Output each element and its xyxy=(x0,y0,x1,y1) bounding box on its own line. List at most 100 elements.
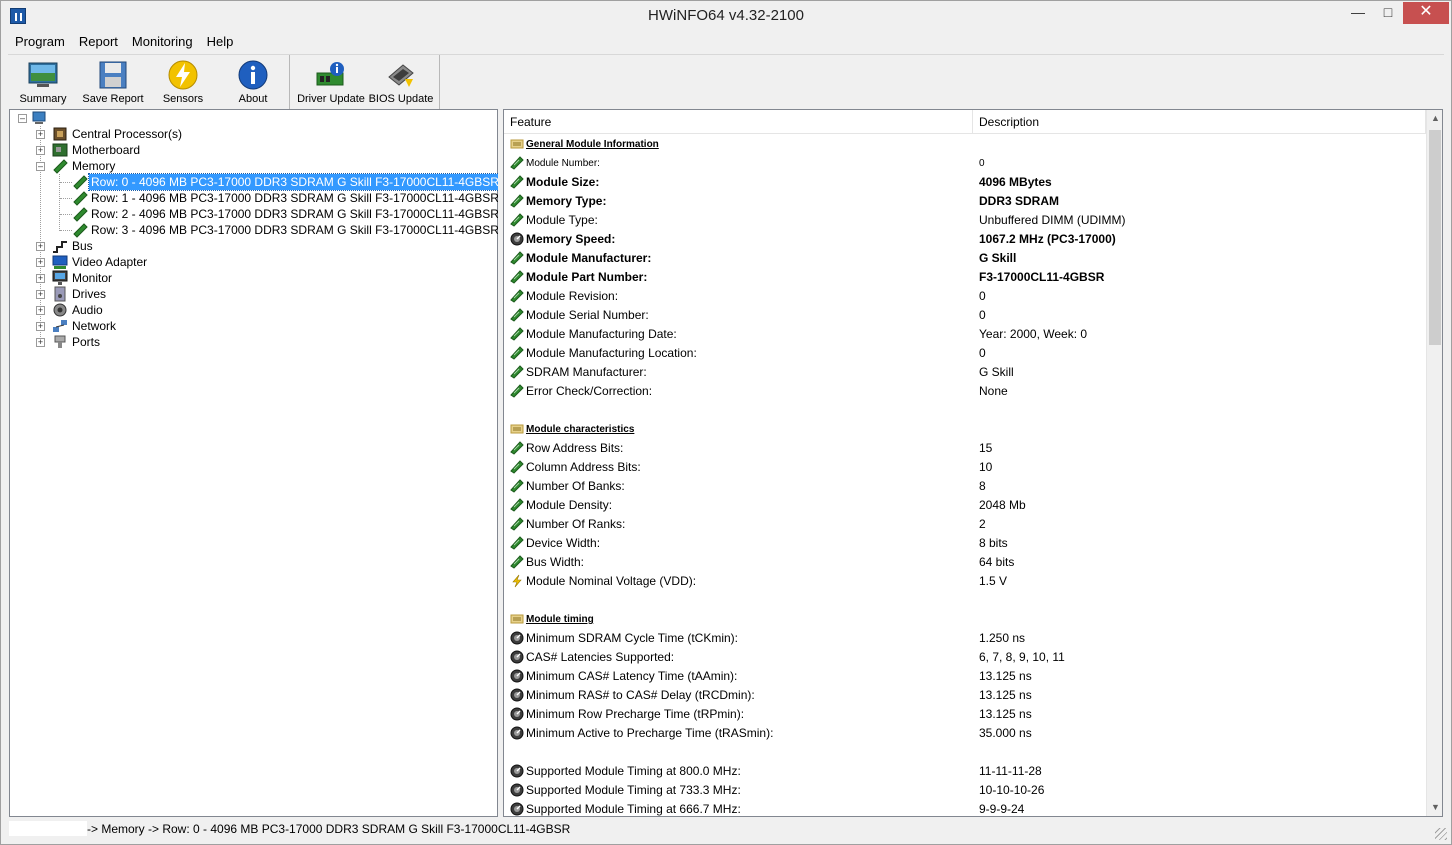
table-row[interactable]: Error Check/Correction: None xyxy=(504,382,1426,401)
ram-icon xyxy=(73,191,88,206)
feature-cell: Supported Module Timing at 800.0 MHz: xyxy=(526,764,741,778)
table-row[interactable]: Module Manufacturing Date: Year: 2000, We… xyxy=(504,325,1426,344)
table-row[interactable]: Supported Module Timing at 800.0 MHz: 11-… xyxy=(504,762,1426,781)
menu-monitoring[interactable]: Monitoring xyxy=(125,32,200,52)
feature-cell: Minimum Active to Precharge Time (tRASmi… xyxy=(526,726,774,740)
table-row[interactable]: Bus Width: 64 bits xyxy=(504,553,1426,572)
description-cell: 0 xyxy=(979,158,985,169)
tree-expander-drives[interactable]: + xyxy=(36,290,45,299)
table-row[interactable]: Minimum CAS# Latency Time (tAAmin): 13.12… xyxy=(504,667,1426,686)
column-header-description[interactable]: Description xyxy=(973,110,1426,134)
ram-icon xyxy=(510,536,524,550)
save-icon xyxy=(99,61,127,89)
ram-icon xyxy=(510,441,524,455)
table-row[interactable]: Minimum Row Precharge Time (tRPmin): 13.1… xyxy=(504,705,1426,724)
feature-cell: Minimum CAS# Latency Time (tAAmin): xyxy=(526,669,738,683)
table-row[interactable]: Device Width: 8 bits xyxy=(504,534,1426,553)
summary-icon xyxy=(28,62,58,87)
tree-item-cpu-label: Central Processor(s) xyxy=(72,127,183,141)
tree-expander-video-adapter[interactable]: + xyxy=(36,258,45,267)
table-row[interactable]: Module Density: 2048 Mb xyxy=(504,496,1426,515)
table-row xyxy=(504,591,1426,610)
table-row[interactable]: Minimum SDRAM Cycle Time (tCKmin): 1.250 … xyxy=(504,629,1426,648)
tree-item-audio-label: Audio xyxy=(72,303,103,317)
about-button[interactable]: About xyxy=(218,55,288,107)
list-section-header[interactable]: General Module Information xyxy=(504,135,1426,154)
resize-grip[interactable] xyxy=(1435,828,1447,840)
table-row[interactable]: SDRAM Manufacturer: G Skill xyxy=(504,363,1426,382)
save-report-button[interactable]: Save Report xyxy=(78,55,148,107)
table-row[interactable]: Memory Speed: 1067.2 MHz (PC3-17000) xyxy=(504,230,1426,249)
description-cell: G Skill xyxy=(979,365,1014,379)
table-row[interactable]: Supported Module Timing at 733.3 MHz: 10-… xyxy=(504,781,1426,800)
table-row[interactable]: Module Type: Unbuffered DIMM (UDIMM) xyxy=(504,211,1426,230)
sensors-icon xyxy=(168,60,198,90)
column-header-feature[interactable]: Feature xyxy=(504,110,973,134)
bus-icon xyxy=(53,241,67,253)
description-cell: 0 xyxy=(979,289,986,303)
vertical-scrollbar[interactable]: ▲ ▼ xyxy=(1426,110,1442,816)
ram-icon xyxy=(510,479,524,493)
title-bar[interactable]: HWiNFO64 v4.32-2100 — □ ✕ xyxy=(1,1,1451,31)
driver-update-button[interactable]: Driver Update xyxy=(296,55,366,107)
ram-icon xyxy=(510,384,524,398)
device-tree[interactable]: – + Central Processor(s) + Motherboard –… xyxy=(9,109,502,817)
list-section-header[interactable]: Module timing xyxy=(504,610,1426,629)
table-row[interactable]: Minimum RAS# to CAS# Delay (tRCDmin): 13.… xyxy=(504,686,1426,705)
table-row[interactable]: Module Manufacturing Location: 0 xyxy=(504,344,1426,363)
scroll-up-arrow[interactable]: ▲ xyxy=(1427,110,1442,127)
table-row[interactable]: CAS# Latencies Supported: 6, 7, 8, 9, 10,… xyxy=(504,648,1426,667)
gauge-icon xyxy=(510,764,524,778)
sensors-button[interactable]: Sensors xyxy=(148,55,218,107)
scroll-down-arrow[interactable]: ▼ xyxy=(1427,799,1442,816)
ram-icon xyxy=(510,194,524,208)
table-row[interactable]: Row Address Bits: 15 xyxy=(504,439,1426,458)
video-adapter-icon xyxy=(52,255,68,269)
tree-expander-memory[interactable]: – xyxy=(36,162,45,171)
tree-expander-cpu[interactable]: + xyxy=(36,130,45,139)
table-row[interactable]: Supported Module Timing at 666.7 MHz: 9-9… xyxy=(504,800,1426,816)
table-row[interactable]: Module Manufacturer: G Skill xyxy=(504,249,1426,268)
tree-expander-bus[interactable]: + xyxy=(36,242,45,251)
scroll-thumb[interactable] xyxy=(1429,130,1441,345)
tree-expander-motherboard[interactable]: + xyxy=(36,146,45,155)
table-row[interactable]: Module Number: 0 xyxy=(504,154,1426,173)
details-list[interactable]: Feature Description General Module Infor… xyxy=(503,109,1443,817)
maximize-button[interactable]: □ xyxy=(1373,2,1403,24)
summary-button[interactable]: Summary xyxy=(8,55,78,107)
table-row[interactable]: Minimum Active to Precharge Time (tRASmi… xyxy=(504,724,1426,743)
close-button[interactable]: ✕ xyxy=(1403,2,1449,24)
feature-cell: Supported Module Timing at 666.7 MHz: xyxy=(526,802,741,816)
tree-expander-audio[interactable]: + xyxy=(36,306,45,315)
tree-expander-monitor[interactable]: + xyxy=(36,274,45,283)
table-row[interactable]: Memory Type: DDR3 SDRAM xyxy=(504,192,1426,211)
table-row[interactable]: Module Revision: 0 xyxy=(504,287,1426,306)
bios-update-button[interactable]: BIOS Update xyxy=(366,55,436,107)
tree-expander-ports[interactable]: + xyxy=(36,338,45,347)
menu-program[interactable]: Program xyxy=(8,32,72,52)
list-section-header[interactable]: Module characteristics xyxy=(504,420,1426,439)
table-row[interactable]: Module Size: 4096 MBytes xyxy=(504,173,1426,192)
feature-cell: Module Serial Number: xyxy=(526,308,649,322)
feature-cell: Memory Speed: xyxy=(526,232,616,246)
table-row[interactable]: Module Part Number: F3-17000CL11-4GBSR xyxy=(504,268,1426,287)
computer-icon[interactable] xyxy=(32,110,48,126)
table-row[interactable]: Number Of Banks: 8 xyxy=(504,477,1426,496)
feature-cell: Module Revision: xyxy=(526,289,619,303)
tree-item-memory-row-2-label: Row: 2 - 4096 MB PC3-17000 DDR3 SDRAM G … xyxy=(91,207,499,221)
description-cell: 8 xyxy=(979,479,986,493)
table-row[interactable]: Column Address Bits: 10 xyxy=(504,458,1426,477)
driver-update-icon xyxy=(316,62,344,86)
menu-report[interactable]: Report xyxy=(72,32,125,52)
table-row[interactable]: Number Of Ranks: 2 xyxy=(504,515,1426,534)
table-row[interactable]: Module Nominal Voltage (VDD): 1.5 V xyxy=(504,572,1426,591)
tree-root-expander[interactable]: – xyxy=(18,114,27,123)
tree-expander-network[interactable]: + xyxy=(36,322,45,331)
ram-icon xyxy=(73,223,88,238)
feature-cell: Minimum SDRAM Cycle Time (tCKmin): xyxy=(526,631,739,645)
menu-help[interactable]: Help xyxy=(200,32,241,52)
minimize-button[interactable]: — xyxy=(1343,2,1373,24)
drives-icon xyxy=(54,286,66,302)
table-row[interactable]: Module Serial Number: 0 xyxy=(504,306,1426,325)
feature-cell: Module Manufacturing Location: xyxy=(526,346,697,360)
